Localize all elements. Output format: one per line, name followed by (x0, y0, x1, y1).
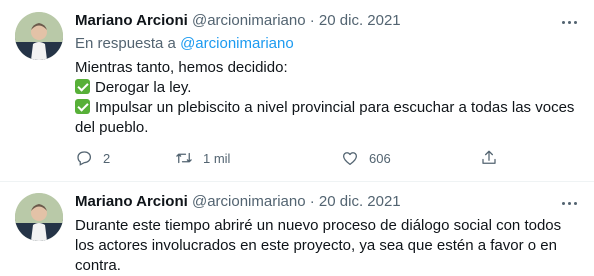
tweet-text: Durante este tiempo abriré un nuevo proc… (75, 217, 562, 274)
check-mark-icon (75, 79, 90, 94)
separator: · (309, 193, 315, 210)
like-count: 606 (369, 150, 391, 166)
handle[interactable]: @arcionimariano (192, 12, 306, 29)
timestamp[interactable]: 20 dic. 2021 (319, 12, 401, 29)
reply-context: En respuesta a @arcionimariano (75, 34, 294, 54)
tweet[interactable]: Mariano Arcioni @arcionimariano · 20 dic… (0, 182, 594, 274)
retweet-icon (176, 152, 192, 164)
retweet-count: 1 mil (203, 150, 231, 166)
timestamp[interactable]: 20 dic. 2021 (319, 193, 401, 210)
reply-handle-link[interactable]: @arcionimariano (180, 35, 294, 52)
share-icon (482, 150, 496, 164)
tweet[interactable]: Mariano Arcioni @arcionimariano · 20 dic… (0, 0, 594, 182)
reply-count: 2 (103, 150, 111, 166)
reply-button[interactable]: 2 (75, 148, 110, 168)
check-mark-icon (75, 99, 90, 114)
tweet-line-text: Impulsar un plebiscito a nivel provincia… (75, 99, 575, 136)
display-name[interactable]: Mariano Arcioni (75, 12, 188, 29)
tweet-line-text: Derogar la ley. (95, 79, 192, 96)
tweet-line: Mientras tanto, hemos decidido: (75, 59, 288, 76)
share-button[interactable] (480, 148, 498, 168)
avatar-image (15, 193, 63, 241)
heart-icon (342, 152, 358, 166)
tweet-header: Mariano Arcioni @arcionimariano · 20 dic… (75, 192, 401, 212)
handle[interactable]: @arcionimariano (192, 193, 306, 210)
more-horizontal-icon[interactable] (560, 194, 578, 212)
reply-icon (77, 151, 92, 166)
like-button[interactable]: 606 (341, 148, 391, 168)
tweet-header: Mariano Arcioni @arcionimariano · 20 dic… (75, 11, 401, 31)
tweet-text: Mientras tanto, hemos decidido: Derogar … (75, 58, 580, 138)
tweet-line: Impulsar un plebiscito a nivel provincia… (75, 98, 580, 138)
avatar[interactable] (15, 193, 63, 241)
tweet-line: Derogar la ley. (75, 78, 580, 98)
avatar[interactable] (15, 12, 63, 60)
display-name[interactable]: Mariano Arcioni (75, 193, 188, 210)
retweet-button[interactable]: 1 mil (175, 148, 230, 168)
avatar-image (15, 12, 63, 60)
separator: · (309, 12, 315, 29)
tweet-actions: 2 1 mil 606 (75, 148, 505, 168)
reply-prefix: En respuesta a (75, 35, 176, 52)
more-horizontal-icon[interactable] (560, 13, 578, 31)
